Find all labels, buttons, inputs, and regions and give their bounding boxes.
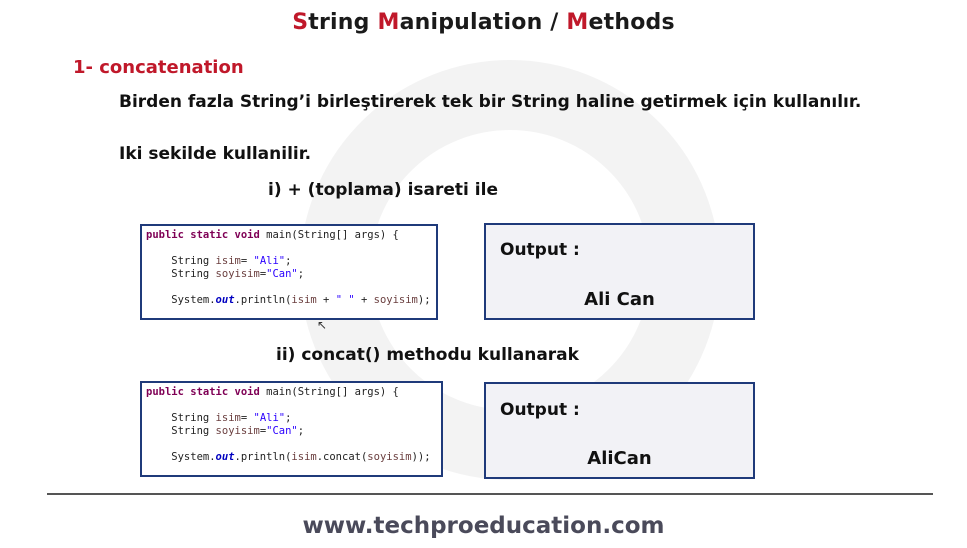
section-heading: 1- concatenation — [73, 57, 244, 78]
description-text: Birden fazla String’i birleştirerek tek … — [119, 92, 862, 112]
page-title: String Manipulation / Methods — [292, 10, 675, 35]
output-label: Output : — [500, 240, 580, 260]
footer-divider — [47, 493, 933, 495]
code-line: String soyisim="Can"; — [146, 425, 305, 437]
output-value: AliCan — [587, 448, 652, 469]
mouse-cursor-icon: ↖ — [317, 318, 328, 332]
output-label: Output : — [500, 400, 580, 420]
output-box-concat: Output : AliCan — [484, 382, 755, 479]
code-block-plus: public static void main(String[] args) {… — [140, 224, 438, 320]
code-line: public static void main(String[] args) { — [146, 229, 399, 241]
method2-heading: ii) concat() methodu kullanarak — [276, 345, 579, 365]
code-line: public static void main(String[] args) { — [146, 386, 399, 398]
output-value: Ali Can — [584, 289, 655, 310]
output-box-plus: Output : Ali Can — [484, 223, 755, 320]
code-line: String soyisim="Can"; — [146, 268, 305, 280]
method1-heading: i) + (toplama) isareti ile — [268, 180, 498, 200]
code-line: String isim= "Ali"; — [146, 412, 292, 424]
code-line: System.out.println(isim + " " + soyisim)… — [146, 294, 431, 306]
footer-url: www.techproeducation.com — [302, 513, 665, 539]
usage-note: Iki sekilde kullanilir. — [119, 144, 312, 164]
code-line: System.out.println(isim.concat(soyisim))… — [146, 451, 431, 463]
code-block-concat: public static void main(String[] args) {… — [140, 381, 443, 477]
code-line: String isim= "Ali"; — [146, 255, 292, 267]
